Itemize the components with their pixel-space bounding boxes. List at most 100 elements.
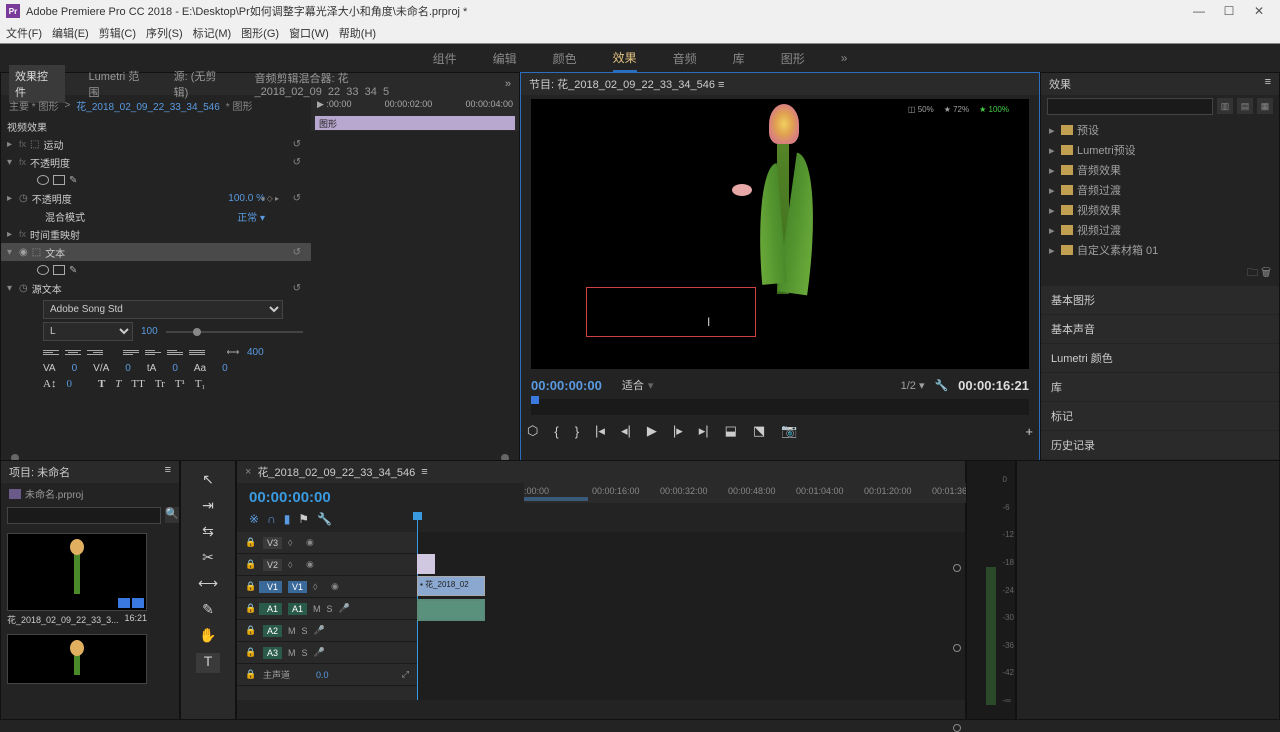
add-marker-icon[interactable]: ▮ xyxy=(284,512,291,526)
ec-tab-audio-mixer[interactable]: 音频剪辑混合器: 花_2018_02_09_22_33_34_5 xyxy=(255,70,481,98)
mute-icon[interactable]: M xyxy=(288,626,296,636)
pen-mask-icon[interactable]: ✎ xyxy=(69,265,81,275)
tsume-value[interactable]: 0 xyxy=(222,363,228,374)
lock-icon[interactable]: 🔒 xyxy=(245,603,257,614)
search-icon[interactable]: 🔍 xyxy=(165,507,179,523)
ripple-tool-icon[interactable]: ⇆ xyxy=(196,523,220,543)
pm-scrubber[interactable] xyxy=(531,399,1029,415)
ellipse-mask-icon[interactable] xyxy=(37,175,49,185)
tracking-value[interactable]: 400 xyxy=(247,345,264,359)
fx-filter-icon[interactable]: ▤ xyxy=(1237,98,1253,114)
text-layer-icon[interactable]: ⬚ xyxy=(32,247,41,258)
ec-source-text[interactable]: 源文本 xyxy=(32,281,62,296)
tracking-icon[interactable]: ⟷ xyxy=(225,345,241,359)
minimize-button[interactable]: — xyxy=(1184,0,1214,22)
font-family-dropdown[interactable]: Adobe Song Std xyxy=(43,300,283,319)
close-button[interactable]: ✕ xyxy=(1244,0,1274,22)
ec-time-remap[interactable]: 时间重映射 xyxy=(30,227,80,242)
marker-icon[interactable] xyxy=(953,724,961,732)
fx-folder[interactable]: ▸音频过渡 xyxy=(1041,180,1279,200)
tracking-value[interactable]: 0 xyxy=(125,363,131,374)
fx-folder[interactable]: ▸Lumetri预设 xyxy=(1041,140,1279,160)
baseline-value[interactable]: 0 xyxy=(172,363,178,374)
eye-icon[interactable]: ◉ xyxy=(306,537,318,548)
font-size-slider[interactable] xyxy=(166,331,303,333)
next-edit-icon[interactable]: ▸| xyxy=(699,423,709,439)
mute-icon[interactable]: M xyxy=(313,604,321,614)
lock-icon[interactable]: 🔒 xyxy=(245,625,257,636)
ec-clip-link[interactable]: 花_2018_02_09_22_33_34_546 xyxy=(76,98,219,113)
delete-icon[interactable]: 🗑 xyxy=(1261,267,1271,279)
ec-tab-source[interactable]: 源: (无剪辑) xyxy=(174,68,231,100)
rect-mask-icon[interactable] xyxy=(53,265,65,275)
track-label[interactable]: A3 xyxy=(263,647,282,659)
export-frame-icon[interactable]: 📷 xyxy=(781,423,797,439)
fx-folder[interactable]: ▸自定义素材箱 01 xyxy=(1041,240,1279,260)
valign-bot-icon[interactable] xyxy=(167,345,183,359)
menu-window[interactable]: 窗口(W) xyxy=(289,25,329,41)
panel-menu-icon[interactable]: ≡ xyxy=(165,464,171,480)
mute-icon[interactable]: M xyxy=(288,648,296,658)
ec-tab-lumetri-scopes[interactable]: Lumetri 范围 xyxy=(89,68,150,100)
source-patch[interactable]: A1 xyxy=(259,603,282,615)
ws-tab-more[interactable]: » xyxy=(841,47,848,69)
align-right-icon[interactable] xyxy=(87,345,103,359)
marker-icon[interactable] xyxy=(953,564,961,572)
step-back-icon[interactable]: ◂| xyxy=(621,423,631,439)
subscript-icon[interactable]: T₁ xyxy=(195,378,206,390)
valign-top-icon[interactable] xyxy=(123,345,139,359)
track-label[interactable]: V1 xyxy=(288,581,307,593)
panel-essential-sound[interactable]: 基本声音 xyxy=(1041,315,1279,343)
program-view[interactable]: ◫ 50% ★ 72% ★ 100% I xyxy=(531,99,1029,369)
fx-folder[interactable]: ▸音频效果 xyxy=(1041,160,1279,180)
mark-in-icon[interactable]: ⬡ xyxy=(527,423,538,439)
ec-text-section[interactable]: 文本 xyxy=(45,245,65,260)
hand-tool-icon[interactable]: ✋ xyxy=(196,627,220,647)
eye-icon[interactable]: ◉ xyxy=(306,559,318,570)
project-search-input[interactable] xyxy=(7,507,161,524)
stopwatch-icon[interactable]: ◷ xyxy=(19,193,28,204)
go-in-icon[interactable]: { xyxy=(554,424,558,439)
faux-bold-icon[interactable]: T xyxy=(98,378,105,390)
expand-icon[interactable]: ▸ xyxy=(7,229,15,240)
reset-icon[interactable]: ↺ xyxy=(293,157,301,168)
faux-italic-icon[interactable]: T xyxy=(115,378,121,390)
track-label[interactable]: V3 xyxy=(263,537,282,549)
reset-icon[interactable]: ↺ xyxy=(293,193,301,204)
graphic-clip[interactable] xyxy=(417,554,435,574)
timeline-content[interactable]: ▪ 花_2018_02 xyxy=(417,532,965,700)
ws-tab-color[interactable]: 颜色 xyxy=(553,46,577,71)
motion-toggle-icon[interactable]: ⬚ xyxy=(30,139,39,150)
marker-icon[interactable] xyxy=(953,644,961,652)
master-value[interactable]: 0.0 xyxy=(316,670,329,680)
blend-mode-dropdown[interactable]: 正常 ▾ xyxy=(237,209,265,224)
voice-icon[interactable]: 🎤 xyxy=(339,603,350,614)
ec-more-icon[interactable]: » xyxy=(505,78,511,90)
panel-markers[interactable]: 标记 xyxy=(1041,402,1279,430)
panel-lumetri-color[interactable]: Lumetri 颜色 xyxy=(1041,344,1279,372)
lock-icon[interactable]: 🔒 xyxy=(245,669,257,680)
extract-icon[interactable]: ⬔ xyxy=(753,423,765,439)
new-bin-icon[interactable]: 🗀 xyxy=(1247,267,1258,279)
sequence-name[interactable]: 花_2018_02_09_22_33_34_546 xyxy=(257,464,415,480)
wrench-icon[interactable]: 🔧 xyxy=(317,512,332,526)
timeline-timecode[interactable]: 00:00:00:00 xyxy=(237,483,344,512)
expand-icon[interactable]: ⤢ xyxy=(402,669,409,680)
align-left-icon[interactable] xyxy=(43,345,59,359)
add-button-icon[interactable]: + xyxy=(1025,424,1033,439)
go-out-icon[interactable]: } xyxy=(575,424,579,439)
panel-libraries[interactable]: 库 xyxy=(1041,373,1279,401)
razor-tool-icon[interactable]: ✂ xyxy=(196,549,220,569)
fx-folder[interactable]: ▸视频效果 xyxy=(1041,200,1279,220)
panel-essential-graphics[interactable]: 基本图形 xyxy=(1041,286,1279,314)
lock-icon[interactable]: 🔒 xyxy=(245,537,257,548)
project-item[interactable] xyxy=(7,634,147,684)
track-label[interactable]: A2 xyxy=(263,625,282,637)
small-caps-icon[interactable]: Tr xyxy=(155,378,165,390)
eye-icon[interactable]: ◉ xyxy=(331,581,343,592)
panel-menu-icon[interactable]: ≡ xyxy=(1265,76,1271,88)
selection-tool-icon[interactable]: ↖ xyxy=(196,471,220,491)
ws-tab-audio[interactable]: 音频 xyxy=(673,46,697,71)
expand-icon[interactable]: ▾ xyxy=(7,247,15,258)
ws-tab-library[interactable]: 库 xyxy=(733,46,745,71)
